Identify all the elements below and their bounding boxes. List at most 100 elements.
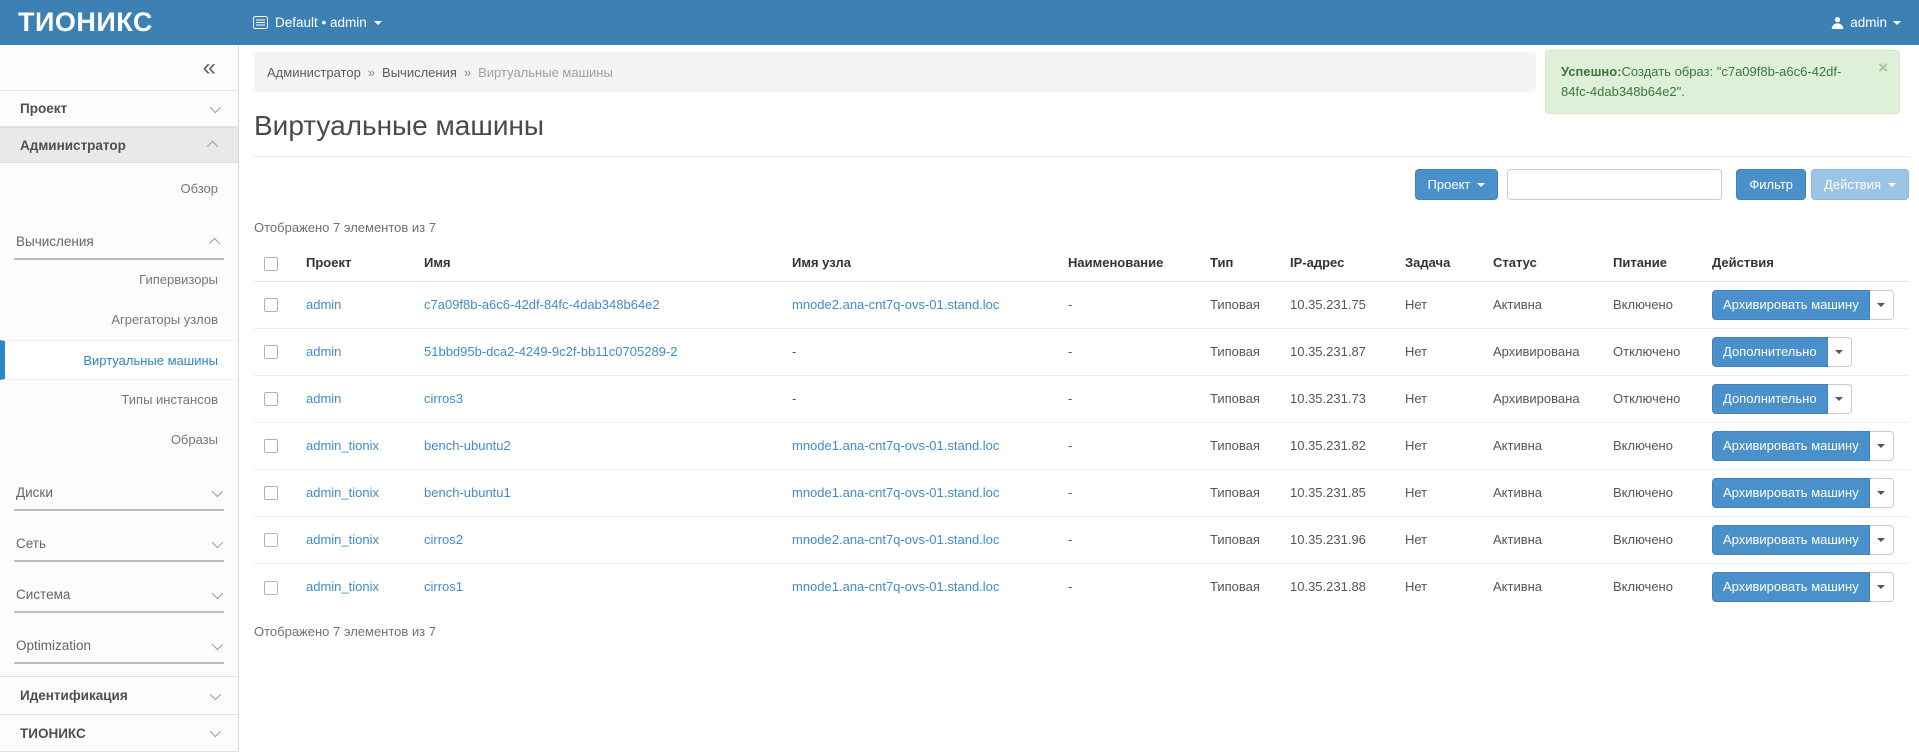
chevron-down-icon (212, 485, 223, 496)
vm-name-link[interactable]: bench-ubuntu2 (424, 438, 511, 453)
row-actions-toggle-button[interactable] (1870, 478, 1894, 508)
column-header-actions: Действия (1708, 245, 1909, 281)
vm-name-link[interactable]: c7a09f8b-a6c6-42df-84fc-4dab348b64e2 (424, 297, 660, 312)
row-actions-toggle-button[interactable] (1870, 525, 1894, 555)
archive-vm-button[interactable]: Архивировать машину (1712, 431, 1870, 461)
row-actions-toggle-button[interactable] (1870, 572, 1894, 602)
table-row: admin 51bbd95b-dca2-4249-9c2f-bb11c07052… (254, 328, 1909, 375)
sidebar-section-compute[interactable]: Вычисления (14, 223, 224, 260)
select-all-checkbox[interactable] (264, 257, 278, 271)
sidebar-panel-identity[interactable]: Идентификация (0, 676, 238, 714)
chevron-down-icon (212, 536, 223, 547)
cell-type: Типовая (1200, 563, 1280, 610)
host-link[interactable]: mnode1.ana-cnt7q-ovs-01.stand.loc (792, 579, 999, 594)
sidebar-item-host-aggregates[interactable]: Агрегаторы узлов (0, 300, 238, 340)
archive-vm-button[interactable]: Архивировать машину (1712, 525, 1870, 555)
project-link[interactable]: admin_tionix (306, 532, 379, 547)
cell-label: - (1058, 328, 1200, 375)
row-checkbox[interactable] (264, 486, 278, 500)
filter-button[interactable]: Фильтр (1736, 169, 1806, 200)
caret-down-icon (1877, 444, 1885, 448)
row-actions-toggle-button[interactable] (1870, 290, 1894, 320)
project-link[interactable]: admin (306, 297, 341, 312)
project-link[interactable]: admin_tionix (306, 485, 379, 500)
context-label: Default • admin (275, 15, 367, 30)
row-checkbox[interactable] (264, 392, 278, 406)
vm-name-link[interactable]: cirros3 (424, 391, 463, 406)
user-menu[interactable]: admin (1831, 15, 1901, 30)
cell-status: Архивирована (1483, 328, 1603, 375)
sidebar-item-hypervisors[interactable]: Гипервизоры (0, 260, 238, 300)
project-link[interactable]: admin (306, 391, 341, 406)
cell-label: - (1058, 516, 1200, 563)
more-actions-button[interactable]: Дополнительно (1712, 384, 1828, 414)
row-checkbox[interactable] (264, 581, 278, 595)
sidebar-item-overview[interactable]: Обзор (0, 169, 238, 209)
cell-task: Нет (1395, 328, 1483, 375)
chevron-down-icon (1888, 183, 1896, 187)
sidebar-section-network[interactable]: Сеть (14, 525, 224, 562)
sidebar-section-optimization[interactable]: Optimization (14, 627, 224, 664)
breadcrumb-compute[interactable]: Вычисления (382, 65, 457, 80)
chevron-down-icon (212, 587, 223, 598)
caret-down-icon (1877, 538, 1885, 542)
vm-name-link[interactable]: 51bbd95b-dca2-4249-9c2f-bb11c0705289-2 (424, 344, 677, 359)
vm-name-link[interactable]: cirros1 (424, 579, 463, 594)
sidebar-item-flavors[interactable]: Типы инстансов (0, 380, 238, 420)
host-link[interactable]: mnode2.ana-cnt7q-ovs-01.stand.loc (792, 297, 999, 312)
column-header-label: Наименование (1058, 245, 1200, 281)
project-link[interactable]: admin_tionix (306, 579, 379, 594)
virtual-machines-table: Проект Имя Имя узла Наименование Тип IP-… (254, 245, 1909, 610)
sidebar-section-volumes[interactable]: Диски (14, 474, 224, 511)
page-title: Виртуальные машины (254, 110, 1909, 142)
sidebar-panel-admin[interactable]: Администратор (0, 127, 238, 163)
archive-vm-button[interactable]: Архивировать машину (1712, 478, 1870, 508)
cell-task: Нет (1395, 516, 1483, 563)
sidebar-panel-project[interactable]: Проект (0, 91, 238, 127)
host-link[interactable]: mnode2.ana-cnt7q-ovs-01.stand.loc (792, 532, 999, 547)
project-link[interactable]: admin (306, 344, 341, 359)
sidebar-collapse-button[interactable]: « (0, 45, 238, 91)
row-checkbox[interactable] (264, 439, 278, 453)
project-filter-button[interactable]: Проект (1415, 169, 1499, 200)
row-checkbox[interactable] (264, 533, 278, 547)
chevron-down-icon (210, 726, 221, 737)
panel-label: Администратор (20, 138, 126, 153)
row-actions-toggle-button[interactable] (1828, 337, 1852, 367)
column-header-type: Тип (1200, 245, 1280, 281)
sidebar-item-virtual-machines[interactable]: Виртуальные машины (0, 340, 238, 380)
column-header-project: Проект (296, 245, 414, 281)
sidebar-section-system[interactable]: Система (14, 576, 224, 613)
context-switcher[interactable]: Default • admin (253, 15, 382, 30)
archive-vm-button[interactable]: Архивировать машину (1712, 290, 1870, 320)
row-actions-toggle-button[interactable] (1828, 384, 1852, 414)
column-header-status: Статус (1483, 245, 1603, 281)
sidebar-item-images[interactable]: Образы (0, 420, 238, 460)
cell-power: Отключено (1603, 328, 1708, 375)
chevron-down-icon (210, 688, 221, 699)
section-label: Диски (16, 485, 53, 500)
chevron-up-icon (209, 237, 220, 248)
row-checkbox[interactable] (264, 298, 278, 312)
cell-ip: 10.35.231.87 (1280, 328, 1395, 375)
breadcrumb-admin[interactable]: Администратор (267, 65, 361, 80)
panel-label: ТИОНИКС (20, 726, 86, 741)
more-actions-button[interactable]: Дополнительно (1712, 337, 1828, 367)
host-link[interactable]: mnode1.ana-cnt7q-ovs-01.stand.loc (792, 485, 999, 500)
actions-button[interactable]: Действия (1811, 169, 1909, 200)
search-input[interactable] (1507, 169, 1722, 200)
cell-status: Архивирована (1483, 375, 1603, 422)
row-checkbox[interactable] (264, 345, 278, 359)
vm-name-link[interactable]: cirros2 (424, 532, 463, 547)
vm-name-link[interactable]: bench-ubuntu1 (424, 485, 511, 500)
cell-power: Включено (1603, 422, 1708, 469)
row-actions-toggle-button[interactable] (1870, 431, 1894, 461)
table-row: admin_tionix bench-ubuntu1 mnode1.ana-cn… (254, 469, 1909, 516)
brand-logo: ТИОНИКС (0, 7, 239, 38)
close-icon[interactable]: × (1878, 59, 1888, 76)
table-row: admin c7a09f8b-a6c6-42df-84fc-4dab348b64… (254, 281, 1909, 328)
host-link[interactable]: mnode1.ana-cnt7q-ovs-01.stand.loc (792, 438, 999, 453)
project-link[interactable]: admin_tionix (306, 438, 379, 453)
sidebar-panel-tionix[interactable]: ТИОНИКС (0, 714, 238, 752)
archive-vm-button[interactable]: Архивировать машину (1712, 572, 1870, 602)
